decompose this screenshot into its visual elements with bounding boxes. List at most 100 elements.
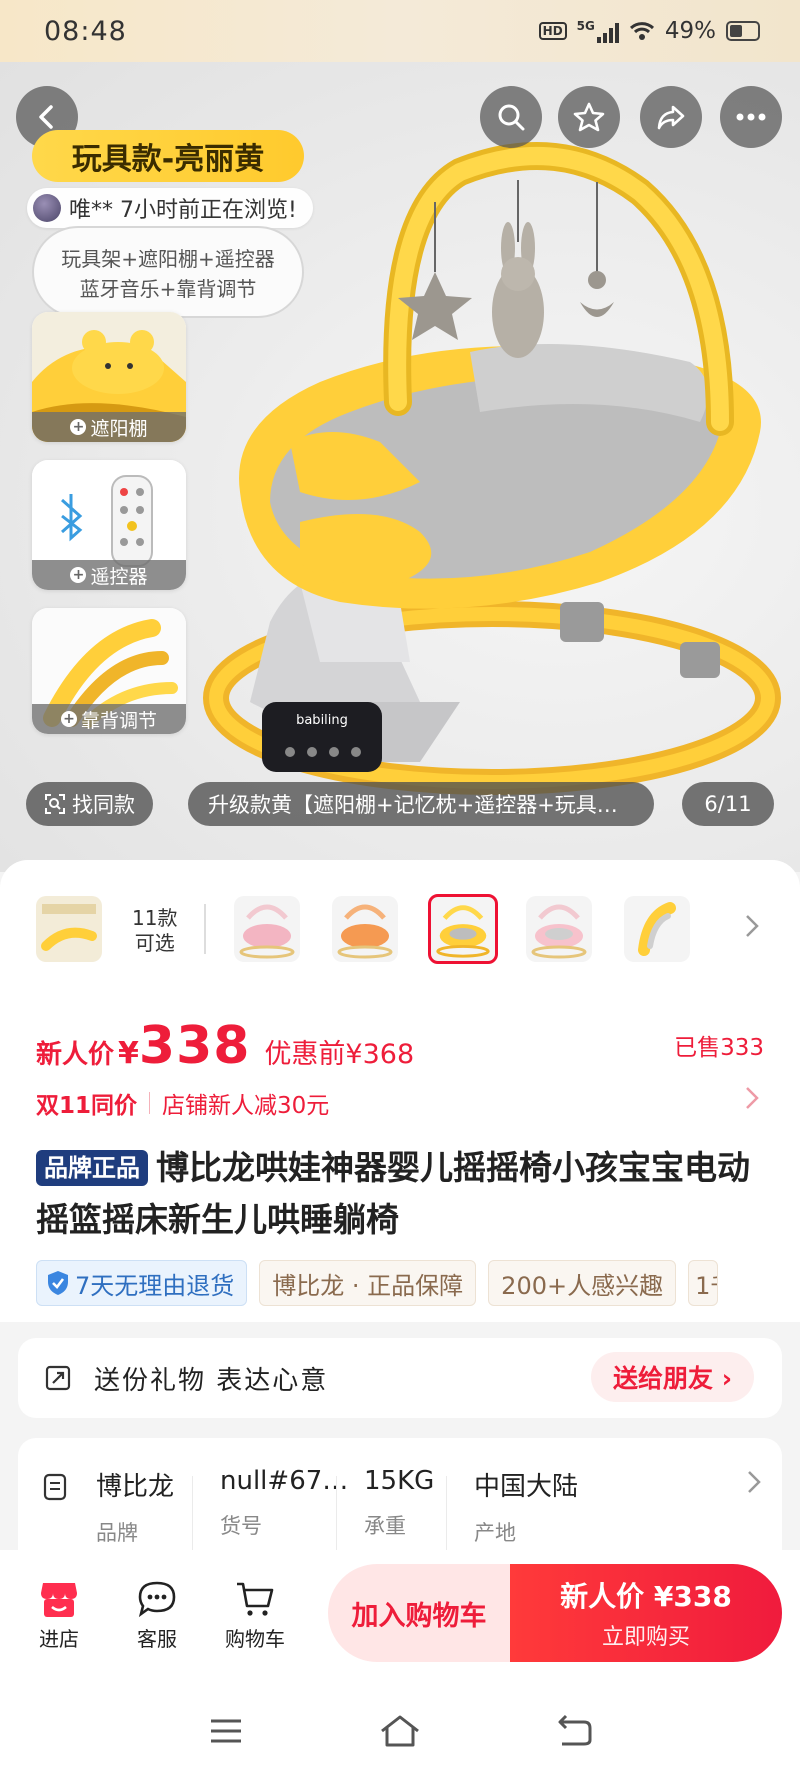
- variant-selector[interactable]: 11款 可选: [0, 860, 800, 992]
- more-button[interactable]: [720, 86, 782, 148]
- find-similar-label: 找同款: [72, 793, 135, 817]
- newbie-price-label: 新人价: [36, 1040, 115, 1070]
- service-chips: 7天无理由退货 博比龙 · 正品保障 200+人感兴趣 1千: [36, 1260, 719, 1306]
- shop-button[interactable]: 进店: [10, 1579, 108, 1652]
- plus-icon: +: [70, 419, 87, 435]
- system-nav-bar: [0, 1680, 800, 1781]
- cart-label: 购物车: [225, 1626, 285, 1651]
- currency-symbol: ¥: [118, 1036, 139, 1071]
- thumb-label: 靠背调节: [80, 709, 157, 732]
- gift-card[interactable]: 送份礼物 表达心意 送给朋友 ›: [18, 1338, 782, 1418]
- gift-text: 送份礼物 表达心意: [94, 1365, 329, 1396]
- thumb-label: 遥控器: [90, 565, 148, 588]
- menu-icon[interactable]: [206, 1715, 246, 1747]
- status-time: 08:48: [44, 15, 127, 47]
- send-to-friend-button[interactable]: 送给朋友 ›: [590, 1352, 754, 1402]
- param-brand: 博比龙 品牌: [96, 1472, 175, 1545]
- chevron-left-icon: [39, 105, 53, 129]
- image-caption[interactable]: 升级款黄【遮阳棚+记忆枕+遥控器+玩具…: [188, 782, 654, 826]
- variant-thumb-yellow-2[interactable]: [624, 896, 690, 962]
- signal-5g-icon: 5G: [577, 19, 619, 43]
- variant-divider: [204, 904, 206, 954]
- customer-service-button[interactable]: 客服: [108, 1579, 206, 1652]
- chip-more[interactable]: 1千: [688, 1260, 719, 1306]
- favorite-button[interactable]: [558, 86, 620, 148]
- original-price: 优惠前¥368: [264, 1039, 415, 1070]
- chevron-right-icon[interactable]: [744, 1468, 764, 1496]
- battery-icon: [726, 21, 760, 41]
- buy-price: 新人价 ¥338: [560, 1580, 732, 1613]
- newbie-price: 新人价 ¥ 338 优惠前¥368: [36, 1016, 414, 1076]
- search-icon: [498, 104, 525, 131]
- document-icon: [43, 1473, 67, 1501]
- newbie-price-value: 338: [138, 1016, 251, 1076]
- customer-service-label: 客服: [137, 1626, 177, 1651]
- buy-now-button[interactable]: 新人价 ¥338 立即购买: [510, 1564, 782, 1662]
- features-line-2: 蓝牙音乐+靠背调节: [79, 277, 257, 301]
- variant-thumb-yellow-selected[interactable]: [428, 894, 498, 964]
- variant-count-line-1: 11款: [132, 906, 178, 930]
- variant-thumb-gift[interactable]: [36, 896, 102, 962]
- variant-thumb-orange[interactable]: [332, 896, 398, 962]
- browse-notice-text: 唯** 7小时前正在浏览!: [69, 198, 297, 223]
- back-nav-icon[interactable]: [554, 1714, 594, 1748]
- image-counter: 6/11: [682, 782, 774, 826]
- double11-label: 双11同价: [36, 1093, 138, 1119]
- more-dots-icon: [736, 113, 766, 121]
- plus-icon: +: [70, 567, 87, 583]
- chevron-right-icon[interactable]: [742, 1084, 762, 1112]
- price-section: 新人价 ¥ 338 优惠前¥368 已售333 双11同价 店铺新人减30元: [0, 992, 800, 1132]
- brand-badge: 品牌正品: [36, 1150, 148, 1186]
- search-button[interactable]: [480, 86, 542, 148]
- features-badge: 玩具架+遮阳棚+遥控器 蓝牙音乐+靠背调节: [32, 226, 304, 318]
- chip-return-policy[interactable]: 7天无理由退货: [36, 1260, 248, 1306]
- title-section: 品牌正品 博比龙哄娃神器婴儿摇摇椅小孩宝宝电动摇篮摇床新生儿哄睡躺椅 7天无理由退…: [0, 1132, 800, 1322]
- battery-percent: 49%: [664, 18, 716, 44]
- hd-icon: HD: [538, 22, 567, 40]
- product-detail-sheet: 11款 可选 新人价 ¥ 338 优惠前¥368 已售333 双11同价 店铺新…: [0, 860, 800, 1560]
- buy-now-label: 立即购买: [601, 1625, 690, 1650]
- image-counter-text: 6/11: [704, 792, 752, 816]
- plus-icon: +: [60, 711, 77, 727]
- feature-thumb-remote[interactable]: + 遥控器: [32, 460, 186, 590]
- variant-thumb-pink[interactable]: [234, 896, 300, 962]
- share-button[interactable]: [640, 86, 702, 148]
- svg-text:babiling: babiling: [296, 713, 348, 728]
- add-to-cart-button[interactable]: 加入购物车: [328, 1564, 510, 1662]
- find-similar-button[interactable]: 找同款: [26, 782, 153, 826]
- chat-icon: [138, 1581, 176, 1617]
- chip-authentic[interactable]: 博比龙 · 正品保障: [259, 1260, 477, 1306]
- cart-button[interactable]: 购物车: [206, 1579, 304, 1652]
- feature-thumb-recline[interactable]: + 靠背调节: [32, 608, 186, 734]
- chip-interested[interactable]: 200+人感兴趣: [488, 1260, 677, 1306]
- shop-label: 进店: [39, 1626, 79, 1651]
- shield-check-icon: [48, 1271, 68, 1295]
- image-caption-text: 升级款黄【遮阳棚+记忆枕+遥控器+玩具…: [208, 793, 618, 817]
- variant-tag: 玩具款-亮丽黄: [32, 130, 304, 182]
- product-gallery[interactable]: babiling 玩具款-亮丽黄 唯** 7小时前正在浏览! 玩具架+遮阳棚+遥…: [0, 62, 800, 872]
- feature-thumb-sunshade[interactable]: + 遮阳棚: [32, 312, 186, 442]
- gift-icon: [45, 1365, 71, 1391]
- home-icon[interactable]: [378, 1713, 422, 1749]
- features-line-1: 玩具架+遮阳棚+遥控器: [61, 247, 275, 271]
- product-title: 品牌正品 博比龙哄娃神器婴儿摇摇椅小孩宝宝电动摇篮摇床新生儿哄睡躺椅: [36, 1132, 764, 1246]
- share-icon: [657, 105, 685, 130]
- promo-row[interactable]: 双11同价 店铺新人减30元: [36, 1086, 329, 1120]
- status-icons: HD 5G 49%: [538, 18, 760, 44]
- shop-discount: 店铺新人减30元: [162, 1093, 330, 1119]
- param-origin: 中国大陆 产地: [474, 1472, 579, 1545]
- wifi-icon: [629, 22, 654, 40]
- thumb-label: 遮阳棚: [90, 417, 148, 440]
- param-load: 15KG 承重: [364, 1466, 435, 1538]
- scan-icon: [45, 794, 65, 814]
- variant-thumb-pink-2[interactable]: [526, 896, 592, 962]
- avatar: [33, 194, 61, 222]
- browse-notice: 唯** 7小时前正在浏览!: [27, 188, 313, 228]
- bottom-action-bar: 进店 客服 购物车 加入购物车 新人价 ¥338 立即购买: [0, 1550, 800, 1680]
- product-params[interactable]: 博比龙 品牌 null#67… 货号 15KG 承重 中国大陆 产地: [18, 1438, 782, 1560]
- sold-count: 已售333: [674, 1035, 764, 1061]
- cart-icon: [237, 1582, 274, 1616]
- chevron-right-icon[interactable]: [742, 912, 762, 940]
- shop-icon: [41, 1582, 77, 1617]
- variant-count[interactable]: 11款 可选: [132, 906, 177, 956]
